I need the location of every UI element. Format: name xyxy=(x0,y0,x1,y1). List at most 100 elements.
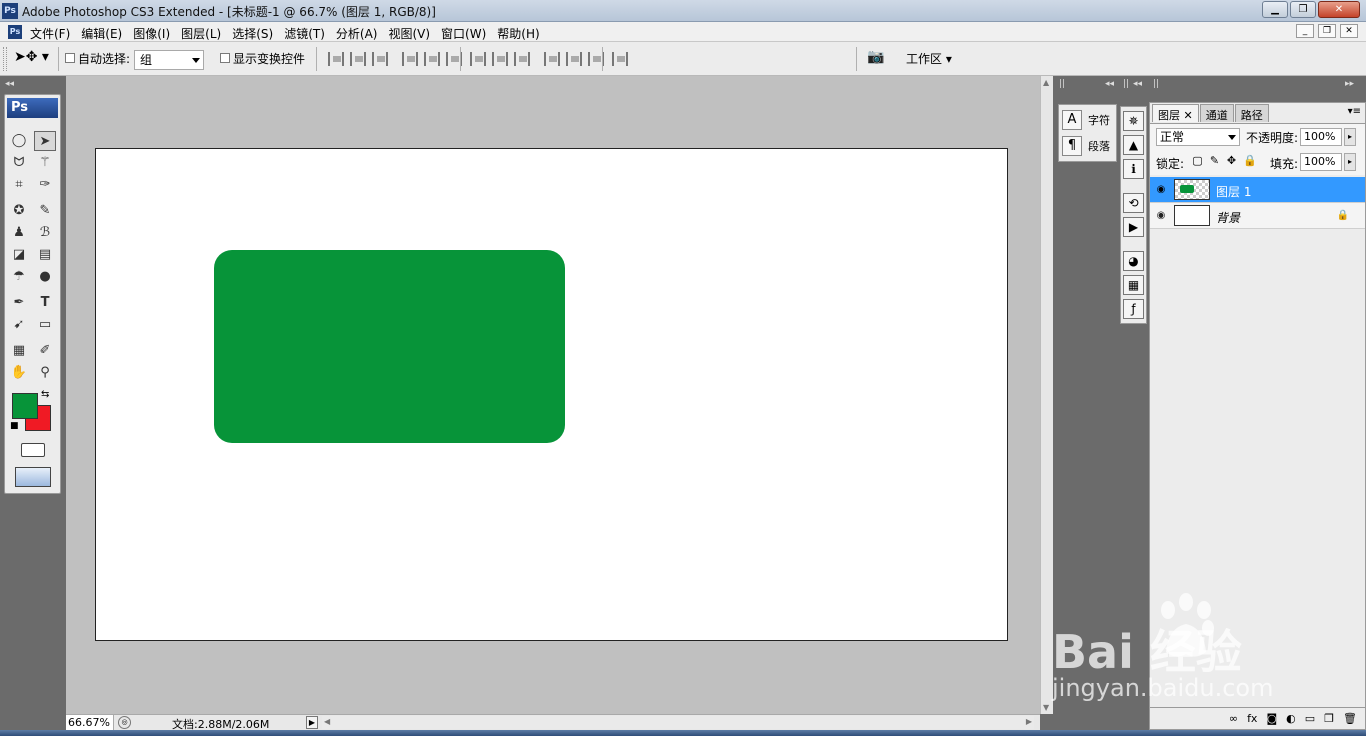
opacity-input[interactable]: 100% xyxy=(1300,128,1342,146)
menu-file[interactable]: 文件(F) xyxy=(30,25,70,42)
workspace-menu[interactable]: 工作区 ▾ xyxy=(906,50,952,67)
app-menu-icon[interactable]: Ps xyxy=(8,25,22,39)
screen-mode-icon[interactable] xyxy=(15,467,51,487)
brush-tool-icon[interactable]: ✎ xyxy=(34,201,56,221)
zoom-tool-icon[interactable]: ⚲ xyxy=(34,363,56,383)
blur-tool-icon[interactable]: ☂ xyxy=(8,267,30,287)
tab-paths[interactable]: 路径 xyxy=(1234,104,1269,122)
menu-analysis[interactable]: 分析(A) xyxy=(336,25,378,42)
layer-name[interactable]: 图层 1 xyxy=(1216,183,1251,200)
actions-icon[interactable]: ▶ xyxy=(1123,217,1144,237)
scroll-right-icon[interactable]: ▶ xyxy=(1026,717,1032,726)
hand-tool-icon[interactable]: ✋ xyxy=(8,363,30,383)
scroll-up-icon[interactable]: ▲ xyxy=(1043,78,1049,87)
distribute-hcenter-icon[interactable] xyxy=(566,52,582,66)
clone-stamp-tool-icon[interactable]: ♟ xyxy=(8,223,30,243)
dock-grip-icon[interactable]: || xyxy=(1123,79,1129,91)
lock-transparent-icon[interactable]: ▢ xyxy=(1192,155,1203,166)
expand-dock-icon[interactable]: ▸▸ xyxy=(1345,79,1354,91)
adjustment-layer-icon[interactable]: ◐ xyxy=(1286,712,1296,725)
character-panel-button[interactable]: A 字符 xyxy=(1062,109,1114,131)
visibility-eye-icon[interactable]: ◉ xyxy=(1154,210,1168,222)
distribute-left-icon[interactable] xyxy=(544,52,560,66)
marquee-tool-icon[interactable]: ◯ xyxy=(8,131,30,151)
link-layers-icon[interactable]: ∞ xyxy=(1229,712,1238,725)
distribute-vcenter-icon[interactable] xyxy=(492,52,508,66)
doc-close-button[interactable]: ✕ xyxy=(1340,24,1358,38)
auto-select-dropdown[interactable]: 组 xyxy=(134,50,204,70)
maximize-button[interactable]: ❐ xyxy=(1290,1,1316,18)
status-menu-icon[interactable]: ▶ xyxy=(306,716,318,729)
green-rounded-rectangle[interactable] xyxy=(214,250,565,443)
align-top-icon[interactable] xyxy=(328,52,344,66)
fill-slider-button[interactable]: ▸ xyxy=(1344,153,1356,171)
collapse-dock-icon[interactable]: ◂◂ xyxy=(1133,79,1142,91)
collapse-dock-icon[interactable]: ◂◂ xyxy=(1105,79,1114,91)
magic-wand-tool-icon[interactable]: ⚚ xyxy=(34,153,56,173)
pen-tool-icon[interactable]: ✒ xyxy=(8,293,30,313)
lock-all-icon[interactable]: 🔒 xyxy=(1243,155,1257,166)
blend-mode-dropdown[interactable]: 正常 xyxy=(1156,128,1240,146)
menu-edit[interactable]: 编辑(E) xyxy=(81,25,122,42)
add-mask-icon[interactable]: ◙ xyxy=(1266,712,1277,725)
dock-grip-icon[interactable]: || xyxy=(1059,79,1065,91)
minimize-button[interactable]: ▁ xyxy=(1262,1,1288,18)
menu-image[interactable]: 图像(I) xyxy=(133,25,170,42)
crop-tool-icon[interactable]: ⌗ xyxy=(8,175,30,195)
tab-layers[interactable]: 图层 ✕ xyxy=(1152,104,1199,122)
swatches-icon[interactable]: ▦ xyxy=(1123,275,1144,295)
collapse-toolbox-icon[interactable]: ◂◂ xyxy=(5,79,14,91)
auto-align-layers-icon[interactable] xyxy=(612,52,628,66)
menu-select[interactable]: 选择(S) xyxy=(232,25,273,42)
new-group-icon[interactable]: ▭ xyxy=(1305,712,1315,725)
align-left-icon[interactable] xyxy=(402,52,418,66)
bridge-icon[interactable]: 📷 xyxy=(862,49,890,69)
styles-icon[interactable]: ƒ xyxy=(1123,299,1144,319)
eyedropper-tool-icon[interactable]: ✐ xyxy=(34,341,56,361)
histogram-icon[interactable]: ▲ xyxy=(1123,135,1144,155)
dodge-tool-icon[interactable]: ● xyxy=(34,267,56,287)
close-button[interactable]: ✕ xyxy=(1318,1,1360,18)
navigator-icon[interactable]: ✵ xyxy=(1123,111,1144,131)
new-layer-icon[interactable]: ❐ xyxy=(1324,712,1334,725)
align-bottom-icon[interactable] xyxy=(372,52,388,66)
tab-channels[interactable]: 通道 xyxy=(1199,104,1234,122)
doc-restore-button[interactable]: ❐ xyxy=(1318,24,1336,38)
menu-help[interactable]: 帮助(H) xyxy=(497,25,539,42)
move-tool-icon[interactable]: ➤ xyxy=(34,131,56,151)
vertical-scrollbar[interactable]: ▲ ▼ xyxy=(1040,76,1053,714)
history-brush-tool-icon[interactable]: ℬ xyxy=(34,223,56,243)
zoom-field[interactable]: 66.67% xyxy=(66,715,114,730)
align-vcenter-icon[interactable] xyxy=(350,52,366,66)
notes-tool-icon[interactable]: ▦ xyxy=(8,341,30,361)
layer-row[interactable]: ◉ 背景 🔒 xyxy=(1150,203,1365,229)
fill-input[interactable]: 100% xyxy=(1300,153,1342,171)
foreground-color-swatch[interactable] xyxy=(12,393,38,419)
history-icon[interactable]: ⟲ xyxy=(1123,193,1144,213)
info-icon[interactable]: ℹ xyxy=(1123,159,1144,179)
canvas[interactable] xyxy=(95,148,1008,641)
menu-layer[interactable]: 图层(L) xyxy=(181,25,221,42)
status-info-icon[interactable]: ◎ xyxy=(118,716,131,729)
type-tool-icon[interactable]: T xyxy=(34,293,56,313)
options-grip[interactable] xyxy=(3,47,7,71)
visibility-eye-icon[interactable]: ◉ xyxy=(1154,184,1168,196)
auto-select-checkbox[interactable] xyxy=(65,53,75,63)
distribute-top-icon[interactable] xyxy=(470,52,486,66)
scroll-left-icon[interactable]: ◀ xyxy=(324,717,330,726)
swap-colors-icon[interactable]: ⇆ xyxy=(41,389,49,400)
layer-name[interactable]: 背景 xyxy=(1216,209,1240,226)
lasso-tool-icon[interactable]: ᗢ xyxy=(8,153,30,173)
menu-filter[interactable]: 滤镜(T) xyxy=(284,25,325,42)
color-icon[interactable]: ◕ xyxy=(1123,251,1144,271)
delete-layer-icon[interactable]: 🗑 xyxy=(1343,712,1357,725)
panel-menu-icon[interactable]: ▾≡ xyxy=(1348,106,1361,117)
path-selection-tool-icon[interactable]: ➹ xyxy=(8,315,30,335)
menu-window[interactable]: 窗口(W) xyxy=(441,25,486,42)
lock-pixels-icon[interactable]: ✎ xyxy=(1209,155,1220,166)
distribute-bottom-icon[interactable] xyxy=(514,52,530,66)
layer-row[interactable]: ◉ 图层 1 xyxy=(1150,177,1365,203)
close-tab-icon[interactable]: ✕ xyxy=(1184,109,1193,122)
move-tool-preset-icon[interactable]: ➤✥ ▾ xyxy=(14,49,54,69)
horizontal-scrollbar[interactable]: ◀ ▶ xyxy=(322,716,1034,729)
